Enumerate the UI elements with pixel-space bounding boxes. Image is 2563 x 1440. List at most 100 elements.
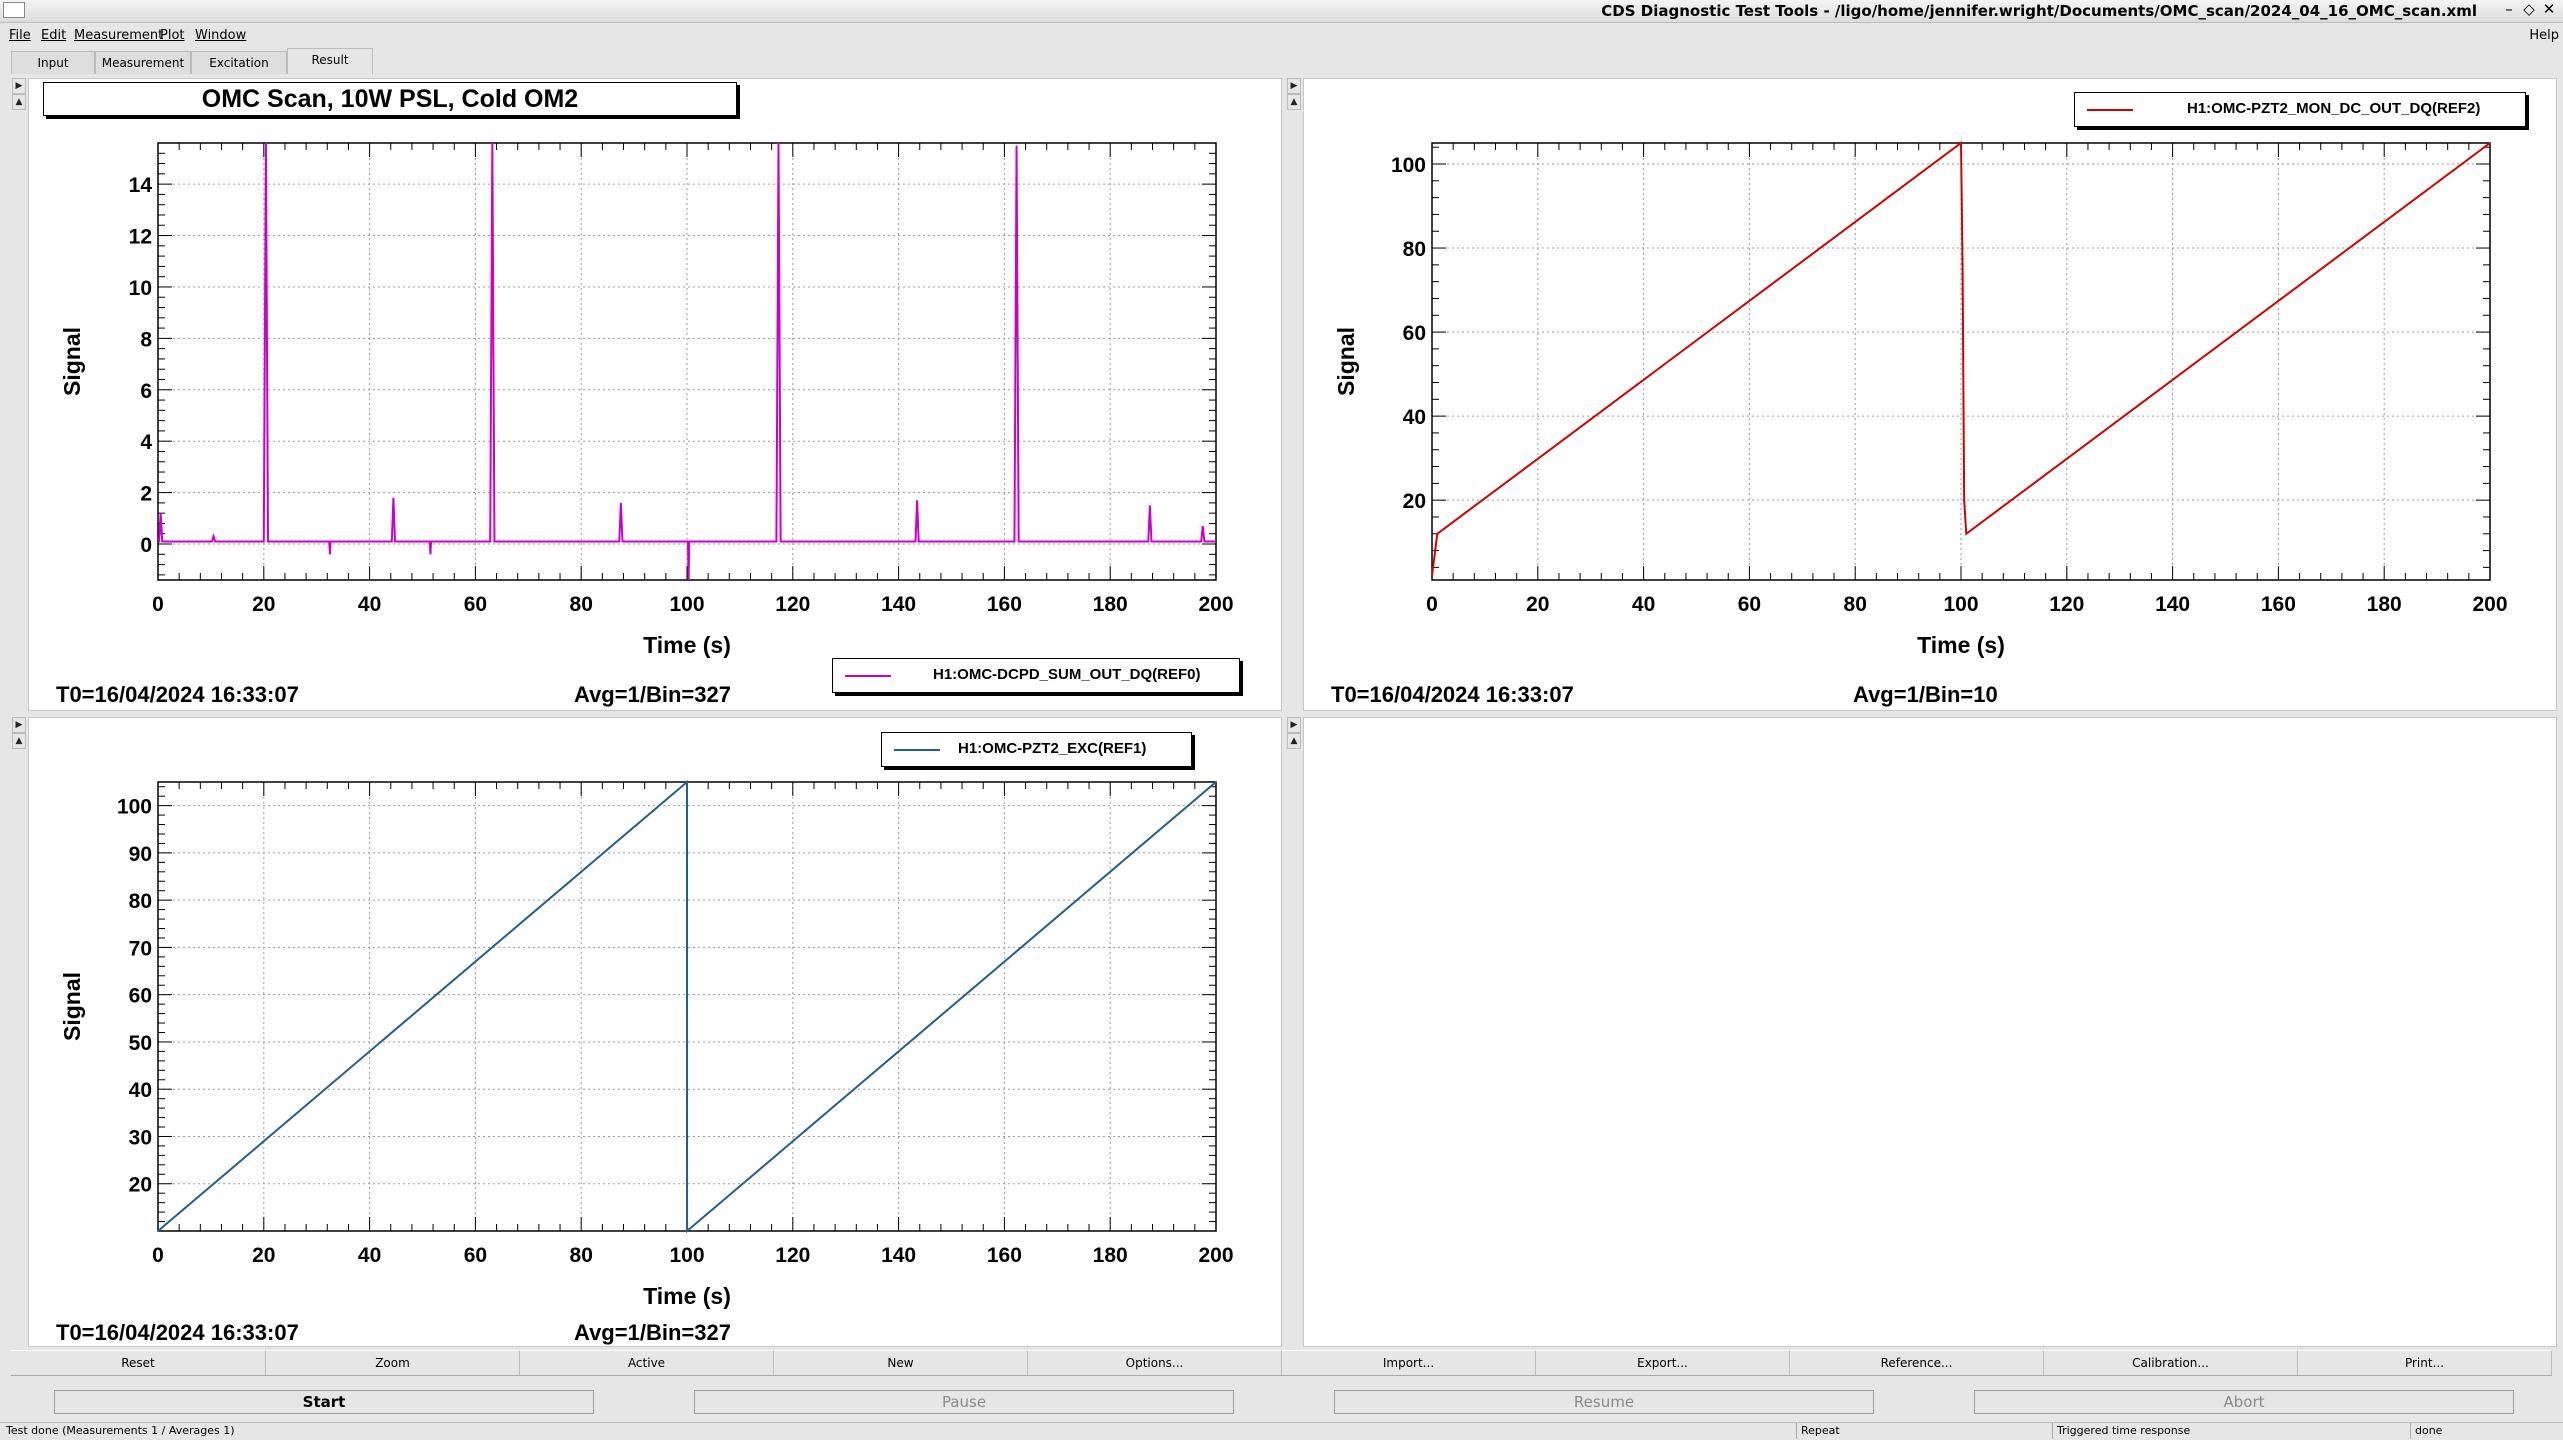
plot1-xtick-label-0: 0 xyxy=(152,593,164,616)
pad1-expand-right-icon[interactable]: ▶ xyxy=(12,78,26,94)
plot1-ylabel: Signal xyxy=(59,327,85,396)
plot1-xtick-label-8: 160 xyxy=(987,593,1022,616)
plot3-ytick-label-8: 100 xyxy=(117,796,152,819)
plot1-avg: Avg=1/Bin=327 xyxy=(574,682,731,707)
calibration-button[interactable]: Calibration... xyxy=(2044,1350,2298,1376)
status-message: Test done (Measurements 1 / Averages 1) xyxy=(6,1424,235,1437)
pad3-expand-right-icon[interactable]: ▶ xyxy=(12,717,26,733)
plot3-legend-line xyxy=(894,749,940,751)
tab-input[interactable]: Input xyxy=(11,51,95,74)
active-button[interactable]: Active xyxy=(520,1350,774,1376)
plot2-xtick-label-9: 180 xyxy=(2367,593,2402,616)
plot2-xtick-label-2: 40 xyxy=(1632,593,1655,616)
resume-button[interactable]: Resume xyxy=(1334,1390,1874,1414)
plot3-xlabel: Time (s) xyxy=(643,1283,731,1309)
plot3-xtick-label-8: 160 xyxy=(987,1244,1022,1267)
close-icon[interactable]: ✕ xyxy=(2539,0,2559,18)
options-button[interactable]: Options... xyxy=(1028,1350,1282,1376)
plot2-xtick-label-6: 120 xyxy=(2049,593,2084,616)
plot3-t0: T0=16/04/2024 16:33:07 xyxy=(56,1320,299,1345)
pad2-expand-right-icon[interactable]: ▶ xyxy=(1287,78,1301,94)
plot1-ytick-label-2: 4 xyxy=(140,431,152,454)
plot1-ytick-label-0: 0 xyxy=(140,534,152,557)
plot2-xtick-label-8: 160 xyxy=(2261,593,2296,616)
menu-bar: File Edit Measurement Plot Window Help xyxy=(0,25,2563,47)
tab-excitation[interactable]: Excitation xyxy=(191,51,287,74)
tab-result[interactable]: Result xyxy=(287,48,373,74)
plot2-xtick-label-0: 0 xyxy=(1426,593,1438,616)
plot1-xlabel: Time (s) xyxy=(643,632,731,658)
print-button[interactable]: Print... xyxy=(2298,1350,2552,1376)
pad4-expand-up-icon[interactable]: ▲ xyxy=(1287,733,1301,749)
window-titlebar: CDS Diagnostic Test Tools - /ligo/home/j… xyxy=(0,0,2563,23)
plot2-ytick-label-1: 40 xyxy=(1403,406,1426,429)
pad4-expand-right-icon[interactable]: ▶ xyxy=(1287,717,1301,733)
plot1-t0: T0=16/04/2024 16:33:07 xyxy=(56,682,299,707)
plot3-xtick-label-0: 0 xyxy=(152,1244,164,1267)
plot2-legend[interactable]: H1:OMC-PZT2_MON_DC_OUT_DQ(REF2) xyxy=(2074,92,2526,127)
plot2-xtick-label-7: 140 xyxy=(2155,593,2190,616)
plot3-frame[interactable]: 0 20 40 60 80 100 120 140 160 180 200 20 30 40 50 60 70 8… xyxy=(59,779,1234,1309)
plot3-legend[interactable]: H1:OMC-PZT2_EXC(REF1) xyxy=(881,732,1192,767)
zoom-button[interactable]: Zoom xyxy=(266,1350,520,1376)
plot2-legend-line xyxy=(2087,109,2133,111)
plot1-xtick-label-9: 180 xyxy=(1093,593,1128,616)
plot3-ytick-label-7: 90 xyxy=(129,843,152,866)
plot2-ylabel: Signal xyxy=(1333,327,1359,396)
menu-file[interactable]: File xyxy=(9,28,31,43)
plot2-ytick-label-4: 100 xyxy=(1391,154,1426,177)
plot3-ytick-label-5: 70 xyxy=(129,937,152,960)
plot1-xtick-label-4: 80 xyxy=(570,593,593,616)
pause-button[interactable]: Pause xyxy=(694,1390,1234,1414)
minimize-icon[interactable]: – xyxy=(2499,0,2519,18)
status-bar: Test done (Measurements 1 / Averages 1) … xyxy=(0,1422,2563,1440)
menu-window[interactable]: Window xyxy=(195,28,246,43)
plot2-xtick-label-10: 200 xyxy=(2472,593,2507,616)
plot3-ytick-label-0: 20 xyxy=(129,1174,152,1197)
plot-button-row: Reset Zoom Active New Options... Import.… xyxy=(11,1350,2556,1376)
plot1-ytick-label-5: 10 xyxy=(129,277,152,300)
plot3-avg: Avg=1/Bin=327 xyxy=(574,1320,731,1345)
reset-button[interactable]: Reset xyxy=(11,1350,266,1376)
plot3-ytick-label-4: 60 xyxy=(129,985,152,1008)
plot1-xtick-label-2: 40 xyxy=(358,593,381,616)
export-button[interactable]: Export... xyxy=(1536,1350,1790,1376)
app-icon xyxy=(3,2,25,18)
menu-edit[interactable]: Edit xyxy=(41,28,66,43)
menu-measurement[interactable]: Measurement xyxy=(74,28,163,43)
reference-button[interactable]: Reference... xyxy=(1790,1350,2044,1376)
plot1-frame[interactable]: 0 20 40 60 80 100 120 140 160 180 200 0 2 4 6 8 10 12 14 Ti… xyxy=(59,142,1234,658)
start-button[interactable]: Start xyxy=(54,1390,594,1414)
plot1-ytick-label-6: 12 xyxy=(129,226,152,249)
plot1-ytick-label-3: 6 xyxy=(140,380,152,403)
plot3-ytick-label-2: 40 xyxy=(129,1079,152,1102)
plot2-legend-label: H1:OMC-PZT2_MON_DC_OUT_DQ(REF2) xyxy=(2187,100,2481,117)
tab-measurement[interactable]: Measurement xyxy=(95,51,191,74)
menu-plot[interactable]: Plot xyxy=(160,28,185,43)
plot2-avg: Avg=1/Bin=10 xyxy=(1853,682,1998,707)
status-mode: Triggered time response xyxy=(2052,1423,2411,1439)
plot3-ytick-label-3: 50 xyxy=(129,1032,152,1055)
plot3-xtick-label-6: 120 xyxy=(775,1244,810,1267)
import-button[interactable]: Import... xyxy=(1282,1350,1536,1376)
plot3-xtick-label-1: 20 xyxy=(252,1244,275,1267)
maximize-icon[interactable]: ◇ xyxy=(2519,0,2539,18)
abort-button[interactable]: Abort xyxy=(1974,1390,2514,1414)
plot3-xtick-label-10: 200 xyxy=(1198,1244,1233,1267)
plot-pad-4-empty[interactable] xyxy=(1303,717,2557,1347)
new-button[interactable]: New xyxy=(774,1350,1028,1376)
plot2-frame[interactable]: 0 20 40 60 80 100 120 140 160 180 200 20 40 60 80 100 Ti… xyxy=(1333,141,2508,658)
plot1-ytick-label-7: 14 xyxy=(129,174,153,197)
plot3-series-0-line xyxy=(157,779,1217,1234)
plot1-xtick-label-10: 200 xyxy=(1198,593,1233,616)
plot1-xtick-label-1: 20 xyxy=(252,593,275,616)
plot2-xtick-label-3: 60 xyxy=(1738,593,1761,616)
pad3-expand-up-icon[interactable]: ▲ xyxy=(12,733,26,749)
plot3-ytick-label-6: 80 xyxy=(129,890,152,913)
plot3-svg: 0 20 40 60 80 100 120 140 160 180 200 20 30 40 50 60 70 8… xyxy=(59,779,1234,1309)
pad2-expand-up-icon[interactable]: ▲ xyxy=(1287,94,1301,110)
plot1-xtick-label-6: 120 xyxy=(775,593,810,616)
plot1-legend[interactable]: H1:OMC-DCPD_SUM_OUT_DQ(REF0) xyxy=(832,658,1240,693)
pad1-expand-up-icon[interactable]: ▲ xyxy=(12,94,26,110)
menu-help[interactable]: Help xyxy=(2529,28,2559,43)
